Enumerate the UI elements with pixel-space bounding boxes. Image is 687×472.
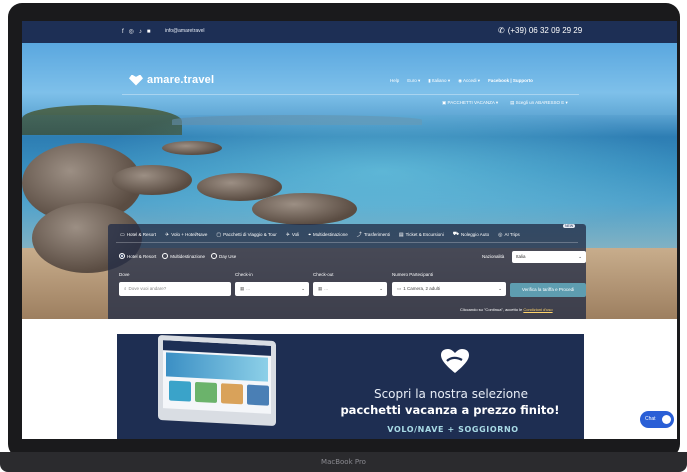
banner-screen-hero bbox=[166, 352, 268, 382]
tiktok-icon[interactable]: ♪ bbox=[139, 29, 142, 35]
destination-input[interactable]: ⌕ Dove vuoi andare? bbox=[119, 282, 231, 296]
banner-subtitle: Scopri la nostra selezione bbox=[373, 387, 529, 401]
tab-multidestinazione[interactable]: ⌖ Multidestinazione bbox=[308, 231, 348, 238]
mail-icon[interactable]: ■ bbox=[147, 29, 151, 35]
facebook-icon[interactable]: f bbox=[122, 29, 124, 35]
calendar-icon: ▦ bbox=[240, 286, 245, 291]
chevron-down-icon: ⌄ bbox=[379, 286, 383, 291]
package-icon: ▢ bbox=[216, 231, 222, 238]
tab-trasferimenti[interactable]: ⤴ Trasferimenti bbox=[357, 231, 390, 238]
terms-note: Cliccando su "Continua", accetto le Cond… bbox=[460, 307, 553, 312]
chevron-down-icon: ⌄ bbox=[578, 254, 582, 259]
participants-select[interactable]: ▭ 1 Camera, 2 adulti ⌄ bbox=[392, 282, 506, 296]
tab-voli[interactable]: ✈ Voli bbox=[286, 231, 299, 238]
email-link[interactable]: info@amaretravel bbox=[165, 28, 205, 34]
phone-text: (+39) 06 32 09 29 29 bbox=[507, 26, 583, 35]
top-bar: f ◎ ♪ ■ info@amaretravel ✆ (+39) 06 32 0… bbox=[22, 21, 677, 43]
nav-help[interactable]: Help bbox=[390, 78, 399, 84]
tab-pacchetti[interactable]: ▢ Pacchetti di Viaggio & Tour bbox=[216, 231, 276, 238]
radio-dot bbox=[211, 253, 218, 259]
heart-logo-icon bbox=[129, 74, 143, 86]
hero-rock bbox=[112, 165, 192, 195]
search-icon: ⌕ bbox=[124, 286, 127, 291]
logo-text: amare.travel bbox=[147, 74, 215, 86]
banner-title: pacchetti vacanza a prezzo finito! bbox=[340, 403, 560, 417]
site-logo[interactable]: amare.travel bbox=[129, 74, 214, 86]
hotel-icon: ▭ bbox=[120, 231, 125, 238]
heart-logo-icon bbox=[441, 349, 469, 373]
radio-dot bbox=[162, 253, 169, 259]
tab-ticket[interactable]: ▤ Ticket & Escursioni bbox=[399, 231, 444, 238]
chevron-down-icon: ⌄ bbox=[498, 286, 502, 291]
chevron-down-icon: ⌄ bbox=[301, 286, 305, 291]
dove-label: Dove bbox=[119, 272, 130, 277]
plane-icon: ✈ bbox=[165, 231, 170, 238]
banner-screen-card bbox=[195, 381, 217, 403]
pin-icon: ⌖ bbox=[308, 231, 312, 238]
chat-button[interactable]: Chat bbox=[640, 411, 674, 428]
phone-icon: ✆ bbox=[498, 26, 505, 35]
chat-toggle-icon bbox=[662, 415, 671, 424]
main-nav: Help Euro ▾ ▮ Italiano ▾ ◉ Accedi ▾ Face… bbox=[390, 78, 533, 84]
plane-icon: ✈ bbox=[285, 231, 290, 238]
terms-link[interactable]: Condizioni d'uso bbox=[523, 307, 552, 312]
banner-laptop-screen bbox=[163, 340, 271, 414]
checkout-input[interactable]: ▦... ⌄ bbox=[313, 282, 387, 296]
verify-button[interactable]: Verifica la tariffa e Procedi bbox=[510, 283, 586, 297]
partecipanti-label: Numero Partecipanti bbox=[392, 272, 434, 277]
hero-section: amare.travel Help Euro ▾ ▮ Italiano ▾ ◉ … bbox=[22, 43, 677, 319]
user-icon: ◉ bbox=[458, 78, 463, 83]
promo-banner[interactable]: Scopri la nostra selezione pacchetti vac… bbox=[117, 334, 584, 439]
nav-currency[interactable]: Euro ▾ bbox=[407, 78, 420, 84]
nav-language[interactable]: ▮ Italiano ▾ bbox=[428, 78, 450, 84]
banner-laptop-image bbox=[158, 334, 276, 427]
new-badge: NEW bbox=[563, 224, 576, 228]
nav-support[interactable]: Facebook | Supporto bbox=[488, 78, 533, 84]
subnav-scegli[interactable]: ▤ Scegli un ABARESSO E ▾ bbox=[510, 100, 568, 106]
phone-number[interactable]: ✆ (+39) 06 32 09 29 29 bbox=[498, 26, 582, 35]
ai-icon: ◎ bbox=[498, 231, 503, 238]
checkout-label: Check-out bbox=[313, 272, 334, 277]
checkin-input[interactable]: ▦... ⌄ bbox=[235, 282, 309, 296]
briefcase-icon: ▣ bbox=[442, 100, 447, 105]
search-type-radios: Hotel & Resort Multidestinazione Day Use bbox=[119, 253, 236, 259]
bed-icon: ▭ bbox=[397, 286, 402, 291]
radio-hotel[interactable]: Hotel & Resort bbox=[119, 253, 156, 259]
social-links: f ◎ ♪ ■ bbox=[122, 28, 151, 36]
tab-volo-hotel[interactable]: ✈ Volo + Hotel/Nave bbox=[165, 231, 207, 238]
tab-hotel[interactable]: ▭ Hotel & Resort bbox=[120, 231, 156, 238]
ticket-icon: ▤ bbox=[398, 231, 404, 238]
radio-dot bbox=[119, 253, 125, 259]
tab-ai-trips[interactable]: ◎ AI Trips bbox=[498, 231, 520, 238]
route-icon: ⤴ bbox=[356, 232, 362, 238]
hero-rock bbox=[162, 141, 222, 155]
website-screen: f ◎ ♪ ■ info@amaretravel ✆ (+39) 06 32 0… bbox=[22, 21, 677, 439]
car-icon: ⛟ bbox=[452, 231, 460, 237]
sub-nav: ▣ PACCHETTI VACANZA ▾ ▤ Scegli un ABARES… bbox=[442, 100, 568, 106]
banner-screen-card bbox=[247, 384, 269, 406]
device-label: MacBook Pro bbox=[321, 458, 366, 466]
tabs-divider bbox=[116, 242, 578, 243]
nationality-label: Nazionalità bbox=[482, 254, 505, 259]
radio-day-use[interactable]: Day Use bbox=[211, 253, 236, 259]
nationality-select[interactable]: Italia ⌄ bbox=[512, 251, 586, 263]
suitcase-icon: ▤ bbox=[510, 100, 515, 105]
laptop-frame: MacBook Pro f ◎ ♪ ■ info@amaretravel ✆ (… bbox=[0, 0, 687, 472]
checkin-label: Check-in bbox=[235, 272, 253, 277]
italy-flag-icon: ▮ bbox=[428, 78, 431, 83]
header-divider bbox=[122, 94, 579, 95]
search-widget: ▭ Hotel & Resort ✈ Volo + Hotel/Nave ▢ Pacc… bbox=[108, 224, 586, 319]
search-tabs: ▭ Hotel & Resort ✈ Volo + Hotel/Nave ▢ Pacc… bbox=[120, 231, 520, 238]
subnav-pacchetti[interactable]: ▣ PACCHETTI VACANZA ▾ bbox=[442, 100, 498, 106]
instagram-icon[interactable]: ◎ bbox=[129, 28, 134, 35]
banner-tagline: VOLO/NAVE + SOGGIORNO bbox=[387, 425, 519, 434]
nav-login[interactable]: ◉ Accedi ▾ bbox=[458, 78, 480, 84]
banner-screen-card bbox=[169, 380, 191, 402]
tab-noleggio[interactable]: ⛟ Noleggio Auto bbox=[453, 231, 489, 238]
radio-multidestinazione[interactable]: Multidestinazione bbox=[162, 253, 205, 259]
hero-rock bbox=[252, 193, 357, 225]
calendar-icon: ▦ bbox=[318, 286, 323, 291]
banner-screen-card bbox=[221, 383, 243, 405]
